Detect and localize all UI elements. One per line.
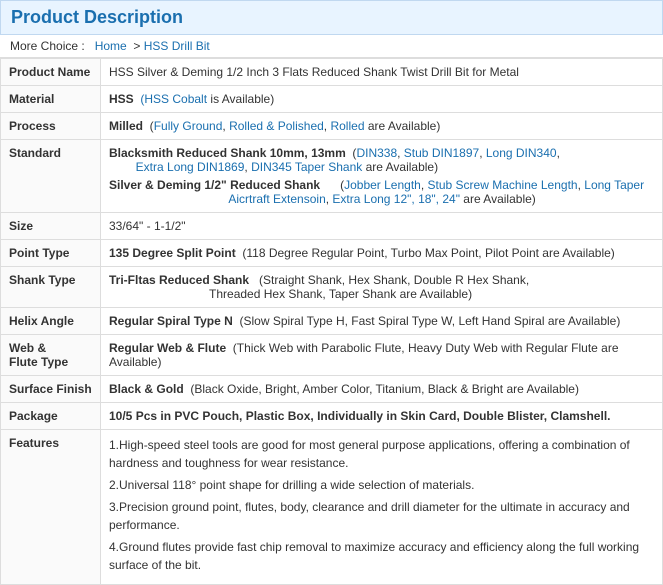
table-row-product-name: Product Name HSS Silver & Deming 1/2 Inc… bbox=[1, 59, 663, 86]
long-din340-link[interactable]: Long DIN340 bbox=[486, 146, 557, 160]
label-features: Features bbox=[1, 430, 101, 585]
value-surface-finish: Black & Gold (Black Oxide, Bright, Amber… bbox=[101, 376, 663, 403]
label-package: Package bbox=[1, 403, 101, 430]
value-helix-angle: Regular Spiral Type N (Slow Spiral Type … bbox=[101, 308, 663, 335]
table-row-material: Material HSS (HSS Cobalt is Available) bbox=[1, 86, 663, 113]
jobber-link[interactable]: Jobber Length bbox=[344, 178, 421, 192]
breadcrumb-home[interactable]: Home bbox=[95, 39, 127, 53]
value-material: HSS (HSS Cobalt is Available) bbox=[101, 86, 663, 113]
label-surface-finish: Surface Finish bbox=[1, 376, 101, 403]
table-row-features: Features 1.High-speed steel tools are go… bbox=[1, 430, 663, 585]
table-row-size: Size 33/64" - 1-1/2" bbox=[1, 213, 663, 240]
value-standard: Blacksmith Reduced Shank 10mm, 13mm (DIN… bbox=[101, 140, 663, 213]
extra-long-link[interactable]: Extra Long DIN1869 bbox=[136, 160, 245, 174]
label-process: Process bbox=[1, 113, 101, 140]
value-package: 10/5 Pcs in PVC Pouch, Plastic Box, Indi… bbox=[101, 403, 663, 430]
table-row-point-type: Point Type 135 Degree Split Point (118 D… bbox=[1, 240, 663, 267]
breadcrumb-prefix: More Choice : bbox=[10, 39, 85, 53]
airctrft-link[interactable]: Aicrtraft Extensoin bbox=[228, 192, 325, 206]
standard-line1: Blacksmith Reduced Shank 10mm, 13mm (DIN… bbox=[109, 146, 654, 174]
product-description-header: Product Description bbox=[0, 0, 663, 35]
table-row-process: Process Milled (Fully Ground, Rolled & P… bbox=[1, 113, 663, 140]
label-material: Material bbox=[1, 86, 101, 113]
label-product-name: Product Name bbox=[1, 59, 101, 86]
feature-item-3: 3.Precision ground point, flutes, body, … bbox=[109, 498, 654, 534]
label-standard: Standard bbox=[1, 140, 101, 213]
value-features: 1.High-speed steel tools are good for mo… bbox=[101, 430, 663, 585]
header-title: Product Description bbox=[11, 7, 183, 27]
fully-ground-link[interactable]: Fully Ground bbox=[154, 119, 223, 133]
table-row-shank-type: Shank Type Tri-Fltas Reduced Shank (Stra… bbox=[1, 267, 663, 308]
breadcrumb-hss[interactable]: HSS Drill Bit bbox=[144, 39, 210, 53]
value-point-type: 135 Degree Split Point (118 Degree Regul… bbox=[101, 240, 663, 267]
table-row-helix-angle: Helix Angle Regular Spiral Type N (Slow … bbox=[1, 308, 663, 335]
value-shank-type: Tri-Fltas Reduced Shank (Straight Shank,… bbox=[101, 267, 663, 308]
label-point-type: Point Type bbox=[1, 240, 101, 267]
din338-link[interactable]: DIN338 bbox=[356, 146, 397, 160]
feature-item-2: 2.Universal 118° point shape for drillin… bbox=[109, 476, 654, 494]
feature-item-1: 1.High-speed steel tools are good for mo… bbox=[109, 436, 654, 472]
table-row-surface-finish: Surface Finish Black & Gold (Black Oxide… bbox=[1, 376, 663, 403]
value-size: 33/64" - 1-1/2" bbox=[101, 213, 663, 240]
extra-long-18-link[interactable]: Extra Long 12", 18", 24" bbox=[332, 192, 460, 206]
label-shank-type: Shank Type bbox=[1, 267, 101, 308]
rolled-link[interactable]: Rolled bbox=[330, 119, 364, 133]
value-process: Milled (Fully Ground, Rolled & Polished,… bbox=[101, 113, 663, 140]
hss-cobalt-link[interactable]: (HSS Cobalt bbox=[140, 92, 207, 106]
features-list: 1.High-speed steel tools are good for mo… bbox=[109, 436, 654, 574]
din345-link[interactable]: DIN345 Taper Shank bbox=[251, 160, 362, 174]
label-web-flute: Web &Flute Type bbox=[1, 335, 101, 376]
table-row-standard: Standard Blacksmith Reduced Shank 10mm, … bbox=[1, 140, 663, 213]
table-row-web-flute: Web &Flute Type Regular Web & Flute (Thi… bbox=[1, 335, 663, 376]
table-row-package: Package 10/5 Pcs in PVC Pouch, Plastic B… bbox=[1, 403, 663, 430]
standard-line2: Silver & Deming 1/2" Reduced Shank (Jobb… bbox=[109, 178, 654, 206]
stub-din1897-link[interactable]: Stub DIN1897 bbox=[404, 146, 479, 160]
breadcrumb: More Choice : Home > HSS Drill Bit bbox=[0, 35, 663, 58]
value-web-flute: Regular Web & Flute (Thick Web with Para… bbox=[101, 335, 663, 376]
stub-screw-link[interactable]: Stub Screw Machine Length bbox=[428, 178, 578, 192]
spec-table: Product Name HSS Silver & Deming 1/2 Inc… bbox=[0, 58, 663, 585]
rolled-polished-link[interactable]: Rolled & Polished bbox=[229, 119, 324, 133]
label-size: Size bbox=[1, 213, 101, 240]
value-product-name: HSS Silver & Deming 1/2 Inch 3 Flats Red… bbox=[101, 59, 663, 86]
long-taper-link[interactable]: Long Taper bbox=[584, 178, 644, 192]
feature-item-4: 4.Ground flutes provide fast chip remova… bbox=[109, 538, 654, 574]
label-helix-angle: Helix Angle bbox=[1, 308, 101, 335]
